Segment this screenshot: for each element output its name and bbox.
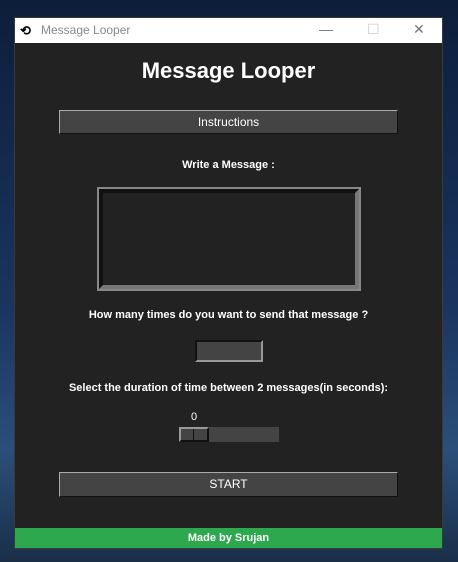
duration-label: Select the duration of time between 2 me… (68, 382, 389, 394)
count-label: How many times do you want to send that … (88, 309, 369, 321)
loop-arrows-icon: ⟲ (20, 23, 31, 38)
start-button[interactable]: START (59, 472, 398, 497)
title-bar: ⟲ Message Looper — ☐ ✕ (15, 18, 442, 43)
window-title: Message Looper (41, 23, 131, 37)
slider-handle[interactable] (179, 427, 209, 442)
page-title: Message Looper (141, 58, 316, 83)
maximize-button[interactable]: ☐ (367, 21, 380, 38)
minimize-button[interactable]: — (319, 21, 333, 37)
app-window: ⟲ Message Looper — ☐ ✕ Message Looper In… (14, 17, 443, 549)
close-button[interactable]: ✕ (413, 21, 425, 38)
footer: Made by Srujan (15, 528, 442, 548)
message-label: Write a Message : (182, 159, 275, 171)
count-input[interactable] (195, 340, 263, 362)
duration-value: 0 (190, 411, 198, 423)
message-input[interactable] (97, 187, 361, 291)
instructions-button[interactable]: Instructions (59, 110, 398, 134)
